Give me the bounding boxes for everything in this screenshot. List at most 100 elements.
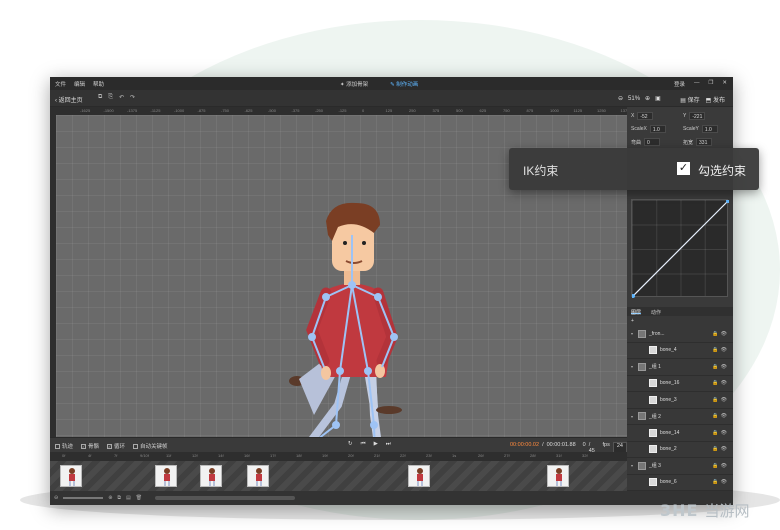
mode-add-bones-label: 添加骨架 bbox=[346, 82, 369, 88]
lock-visibility-icons[interactable]: 🔒👁 bbox=[712, 347, 729, 353]
prop-y-input[interactable]: -221 bbox=[689, 112, 706, 120]
expand-arrow-icon[interactable]: ▾ bbox=[631, 331, 633, 336]
keyframe-thumb[interactable] bbox=[60, 465, 82, 487]
bone-icon bbox=[649, 428, 657, 437]
ruler-tick-label: 1250 bbox=[597, 108, 606, 113]
lock-visibility-icons[interactable]: 🔒👁 bbox=[712, 463, 729, 469]
save-button[interactable]: ▤ 保存 bbox=[680, 95, 699, 104]
login-link[interactable]: 登录 bbox=[674, 80, 685, 88]
prop-x: X -52 bbox=[631, 112, 654, 120]
bones-checkbox[interactable]: ✓ bbox=[81, 444, 87, 450]
undo-icon[interactable]: ↶ bbox=[119, 94, 124, 101]
menu-help[interactable]: 帮助 bbox=[93, 80, 104, 88]
timeline-zoom-out-icon[interactable]: ⊖ bbox=[54, 495, 58, 501]
layer-row[interactable]: bone_3 🔒👁 bbox=[627, 392, 733, 409]
lock-visibility-icons[interactable]: 🔒👁 bbox=[712, 479, 729, 485]
ik-constraint-checkbox[interactable]: ✓ bbox=[677, 162, 690, 175]
back-home-button[interactable]: ‹ 返回主页 bbox=[55, 95, 83, 104]
lock-visibility-icons[interactable]: 🔒👁 bbox=[712, 380, 729, 386]
layer-row[interactable]: bone_14 🔒👁 bbox=[627, 425, 733, 442]
timeline-zoom-slider[interactable] bbox=[63, 497, 104, 499]
ruler-tick-label: 1125 bbox=[573, 108, 583, 113]
keyframe-thumb[interactable] bbox=[408, 465, 430, 487]
zoom-in-icon[interactable]: ⊕ bbox=[645, 95, 650, 102]
layer-group-row[interactable]: ▾ _组 1 🔒👁 bbox=[627, 359, 733, 376]
layer-row[interactable]: bone_2 🔒👁 bbox=[627, 442, 733, 458]
next-frame-icon[interactable]: ⏭ bbox=[386, 441, 391, 448]
publish-button[interactable]: ⬒ 发布 bbox=[706, 95, 725, 104]
tab-actions[interactable]: 动作 bbox=[651, 309, 661, 316]
lock-visibility-icons[interactable]: 🔒👁 bbox=[712, 364, 729, 370]
ik-constraint-checkbox-label[interactable]: 勾选约束 bbox=[698, 162, 746, 179]
layer-row[interactable]: bone_4 🔒👁 bbox=[627, 343, 733, 359]
add-layer-button[interactable]: + bbox=[631, 318, 634, 324]
menu-edit[interactable]: 编辑 bbox=[74, 80, 85, 88]
ruler-tick-label: -875 bbox=[197, 108, 206, 113]
prop-scaley-input[interactable]: 1.0 bbox=[701, 125, 718, 133]
loop-checkbox[interactable]: ✓ bbox=[107, 444, 113, 450]
layer-name: bone_2 bbox=[660, 446, 677, 453]
frame-tick-label: 23f bbox=[426, 453, 432, 458]
layer-group-row[interactable]: ▾ _组 2 🔒👁 bbox=[627, 409, 733, 425]
maximize-button[interactable]: ❐ bbox=[708, 80, 713, 88]
keyframe-delete-icon[interactable]: 🗑 bbox=[136, 495, 142, 501]
frame-tick-label: 31f bbox=[556, 453, 562, 458]
expand-arrow-icon[interactable]: ▾ bbox=[631, 414, 633, 419]
minimize-button[interactable]: — bbox=[694, 80, 700, 88]
horizontal-ruler: -1625 -1500 -1375 -1125 -1000 -875 -750 -625 -50… bbox=[50, 107, 629, 115]
zoom-out-icon[interactable]: ⊖ bbox=[618, 95, 623, 102]
window-controls: 登录 — ❐ ✕ bbox=[674, 80, 727, 88]
menu-file[interactable]: 文件 bbox=[55, 80, 66, 88]
keyframe-copy-icon[interactable]: ⧉ bbox=[117, 495, 121, 501]
play-icon[interactable]: ▶ bbox=[374, 441, 378, 448]
loop-toggle[interactable]: ✓ 循环 bbox=[107, 442, 125, 450]
expand-arrow-icon[interactable]: ▾ bbox=[631, 463, 633, 468]
keyframe-thumb[interactable] bbox=[155, 465, 177, 487]
onion-checkbox[interactable] bbox=[55, 444, 60, 450]
mode-make-animation[interactable]: ✎ 制作动画 bbox=[390, 80, 418, 88]
prop-skew-input[interactable]: 331 bbox=[696, 138, 713, 146]
ruler-tick-label: 125 bbox=[385, 108, 393, 113]
tab-layers[interactable]: 图层 bbox=[631, 309, 642, 316]
new-file-icon[interactable]: ⧉ bbox=[98, 94, 102, 101]
copy-icon[interactable]: ⎘ bbox=[108, 94, 113, 101]
keyframe-thumb[interactable] bbox=[247, 465, 269, 487]
timeline-zoom-in-icon[interactable]: ⊕ bbox=[108, 495, 112, 501]
onion-toggle[interactable]: 轨迹 bbox=[55, 442, 73, 450]
lock-visibility-icons[interactable]: 🔒👁 bbox=[712, 413, 729, 419]
ruler-tick-label: -125 bbox=[338, 108, 347, 113]
timeline-scrollbar[interactable] bbox=[155, 496, 295, 500]
easing-curve bbox=[631, 199, 730, 298]
easing-curve-editor[interactable] bbox=[631, 199, 730, 298]
layer-name: bone_3 bbox=[660, 396, 677, 403]
layer-group-row[interactable]: ▾ _组 3 🔒👁 bbox=[627, 458, 733, 475]
close-button[interactable]: ✕ bbox=[722, 80, 727, 88]
keyframe-thumb[interactable] bbox=[547, 465, 569, 487]
prop-rotate-input[interactable]: 0 bbox=[644, 138, 661, 146]
history-icon[interactable]: ↻ bbox=[348, 441, 353, 448]
frame-ruler[interactable]: 0f 4f 7f 9/10f 11f 12f 14f 16f 17f 18f 19f 20f 21f 22… bbox=[50, 452, 627, 461]
bones-toggle[interactable]: ✓ 骨骼 bbox=[81, 442, 99, 450]
bone-icon bbox=[649, 379, 657, 388]
keyframe-paste-icon[interactable]: ▤ bbox=[126, 495, 131, 501]
watermark: 3HE 当游网 bbox=[660, 500, 749, 521]
autokey-checkbox[interactable] bbox=[133, 444, 139, 450]
layer-name: bone_4 bbox=[660, 347, 677, 354]
mode-add-bones[interactable]: ✦ 添加骨架 bbox=[340, 80, 368, 88]
lock-visibility-icons[interactable]: 🔒👁 bbox=[712, 430, 729, 436]
prop-scalex-input[interactable]: 1.0 bbox=[649, 125, 666, 133]
prev-frame-icon[interactable]: ⏮ bbox=[361, 441, 366, 448]
fit-screen-icon[interactable]: ▣ bbox=[655, 95, 661, 102]
expand-arrow-icon[interactable]: ▾ bbox=[631, 364, 633, 369]
layer-group-row[interactable]: ▾ _fron... 🔒👁 bbox=[627, 326, 733, 343]
layer-row[interactable]: bone_6 🔒👁 bbox=[627, 475, 733, 491]
autokey-toggle[interactable]: 自动关键帧 bbox=[133, 442, 168, 450]
prop-x-input[interactable]: -52 bbox=[637, 112, 654, 120]
redo-icon[interactable]: ↷ bbox=[130, 94, 135, 101]
lock-visibility-icons[interactable]: 🔒👁 bbox=[712, 446, 729, 452]
lock-visibility-icons[interactable]: 🔒👁 bbox=[712, 397, 729, 403]
layer-row[interactable]: bone_16 🔒👁 bbox=[627, 376, 733, 392]
keyframe-thumb[interactable] bbox=[200, 465, 222, 487]
timeline-track[interactable] bbox=[50, 461, 627, 491]
lock-visibility-icons[interactable]: 🔒👁 bbox=[712, 331, 729, 337]
